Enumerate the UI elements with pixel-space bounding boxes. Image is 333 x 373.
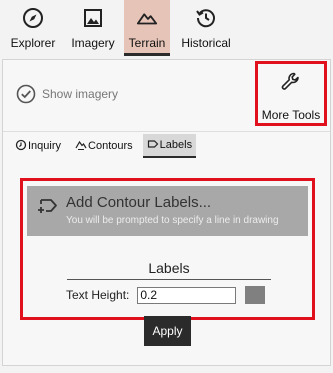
wrench-icon (280, 71, 302, 98)
more-tools-label: More Tools (261, 108, 321, 122)
nav-imagery-label: Imagery (71, 36, 115, 50)
text-height-row: Text Height: (66, 286, 266, 304)
apply-button[interactable]: Apply (144, 316, 191, 346)
tab-labels-label: Labels (159, 139, 193, 151)
check-circle-icon (16, 84, 36, 104)
nav-imagery[interactable]: Imagery (68, 0, 118, 56)
labels-section-title: Labels (148, 260, 190, 276)
divider (3, 131, 330, 132)
add-contour-labels-button[interactable]: Add Contour Labels... You will be prompt… (27, 186, 308, 236)
nav-terrain[interactable]: Terrain (124, 0, 170, 56)
label-tag-icon (147, 138, 160, 153)
sub-tabs: Inquiry Contours Labels (11, 134, 197, 158)
nav-explorer[interactable]: Explorer (6, 0, 60, 56)
inquiry-icon (15, 139, 28, 154)
text-height-label: Text Height: (66, 288, 130, 302)
add-label-icon (37, 196, 59, 221)
image-icon (82, 7, 104, 29)
contours-icon (75, 139, 88, 154)
add-contour-labels-title: Add Contour Labels... (66, 194, 212, 211)
nav-historical[interactable]: Historical (176, 0, 236, 56)
section-divider (67, 279, 271, 280)
tab-contours-label: Contours (88, 140, 133, 152)
more-tools-button[interactable]: More Tools (255, 61, 327, 126)
mountain-icon (136, 7, 158, 29)
labels-section: Add Contour Labels... You will be prompt… (20, 178, 315, 320)
nav-terrain-label: Terrain (128, 36, 166, 50)
tab-contours[interactable]: Contours (71, 134, 137, 158)
terrain-panel: Show imagery More Tools Inquiry Contours… (2, 59, 331, 366)
tab-labels[interactable]: Labels (142, 134, 197, 158)
show-imagery-label: Show imagery (42, 87, 119, 101)
label-color-swatch[interactable] (245, 286, 266, 304)
tab-inquiry[interactable]: Inquiry (11, 134, 65, 158)
nav-historical-label: Historical (181, 36, 231, 50)
add-contour-labels-subtitle: You will be prompted to specify a line i… (66, 215, 279, 226)
show-imagery-toggle[interactable]: Show imagery (16, 84, 118, 104)
history-icon (195, 7, 217, 29)
nav-explorer-label: Explorer (10, 36, 56, 50)
text-height-input[interactable] (137, 286, 237, 304)
compass-icon (22, 7, 44, 29)
top-nav: Explorer Imagery Terrain Historical (0, 0, 333, 58)
tab-inquiry-label: Inquiry (28, 140, 62, 152)
